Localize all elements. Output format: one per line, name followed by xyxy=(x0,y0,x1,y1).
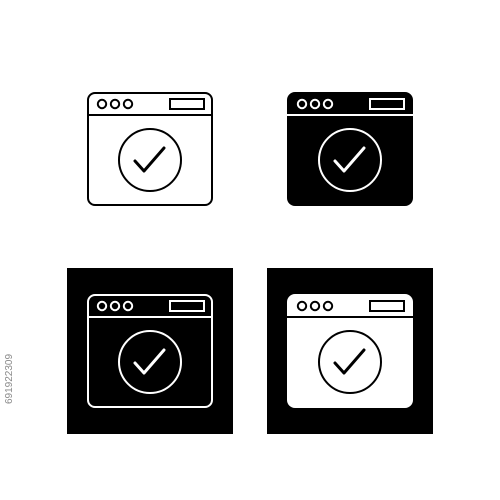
browser-window-check-outline-icon xyxy=(86,91,214,207)
window-address-bar xyxy=(169,98,205,110)
browser-window-check-outline-graphic xyxy=(87,92,213,206)
icon-set-canvas: 691922309 xyxy=(0,0,500,500)
check-mark xyxy=(133,146,166,173)
window-dot-1 xyxy=(96,98,108,110)
browser-window-check-inverse-filled-icon xyxy=(267,268,433,434)
browser-window-check-filled-graphic xyxy=(287,92,413,206)
browser-window-check-inverse-filled-graphic xyxy=(267,268,433,434)
browser-window-check-filled-icon xyxy=(286,91,414,207)
check-circle xyxy=(118,128,182,192)
window-dot-2 xyxy=(109,98,121,110)
browser-window-check-inverse-outline-graphic xyxy=(67,268,233,434)
window-dot-3 xyxy=(122,98,134,110)
black-square-background xyxy=(67,268,233,434)
browser-window-check-inverse-outline-icon xyxy=(67,268,233,434)
stock-id-label: 691922309 xyxy=(4,353,15,405)
